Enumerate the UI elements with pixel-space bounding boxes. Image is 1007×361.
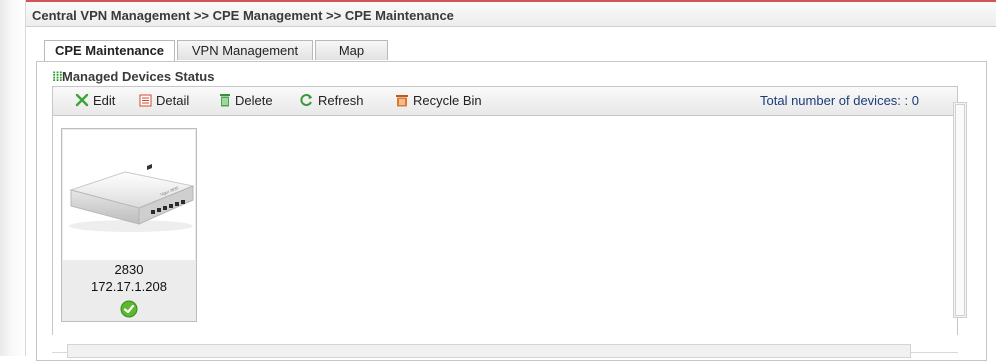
delete-label: Delete	[235, 93, 273, 108]
scrollbar-thumb[interactable]	[955, 104, 965, 316]
total-devices-label: Total number of devices: : 0	[760, 93, 919, 108]
device-card[interactable]: Vigor 2830 2830 172.17.1.208	[61, 128, 197, 322]
left-shadow	[0, 0, 26, 356]
recycle-bin-button[interactable]: Recycle Bin	[395, 93, 482, 110]
detail-label: Detail	[156, 93, 190, 108]
accent-line	[26, 0, 996, 2]
breadcrumb: Central VPN Management >> CPE Management…	[32, 8, 454, 23]
delete-button[interactable]: Delete	[219, 93, 273, 110]
device-model: 2830	[114, 262, 144, 277]
check-circle-icon	[120, 300, 138, 318]
detail-button[interactable]: Detail	[139, 93, 189, 110]
grid-icon: ⁞⁞⁞	[52, 69, 63, 84]
recycle-bin-icon	[395, 93, 409, 110]
recycle-bin-label: Recycle Bin	[413, 93, 482, 108]
device-ip: 172.17.1.208	[91, 279, 167, 294]
refresh-button[interactable]: Refresh	[300, 93, 364, 110]
tab-vpn-management[interactable]: VPN Management	[177, 40, 313, 60]
breadcrumb-bar: Central VPN Management >> CPE Management…	[26, 0, 996, 27]
toolbar: Edit Detail Delete Refresh Recycle Bin T…	[52, 86, 958, 116]
tab-map[interactable]: Map	[315, 40, 388, 60]
edit-button[interactable]: Edit	[75, 93, 115, 110]
scrollbar[interactable]	[953, 102, 967, 318]
detail-icon	[139, 94, 152, 110]
refresh-icon	[300, 93, 314, 110]
edit-icon	[75, 93, 89, 110]
tab-cpe-maintenance[interactable]: CPE Maintenance	[44, 40, 175, 62]
section-title-label: Managed Devices Status	[62, 69, 215, 84]
left-border	[25, 0, 26, 356]
edit-label: Edit	[93, 93, 116, 108]
refresh-label: Refresh	[318, 93, 364, 108]
trash-icon	[219, 93, 231, 110]
router-image: Vigor 2830	[63, 130, 195, 260]
section-title: ⁞⁞⁞Managed Devices Status	[52, 69, 214, 84]
